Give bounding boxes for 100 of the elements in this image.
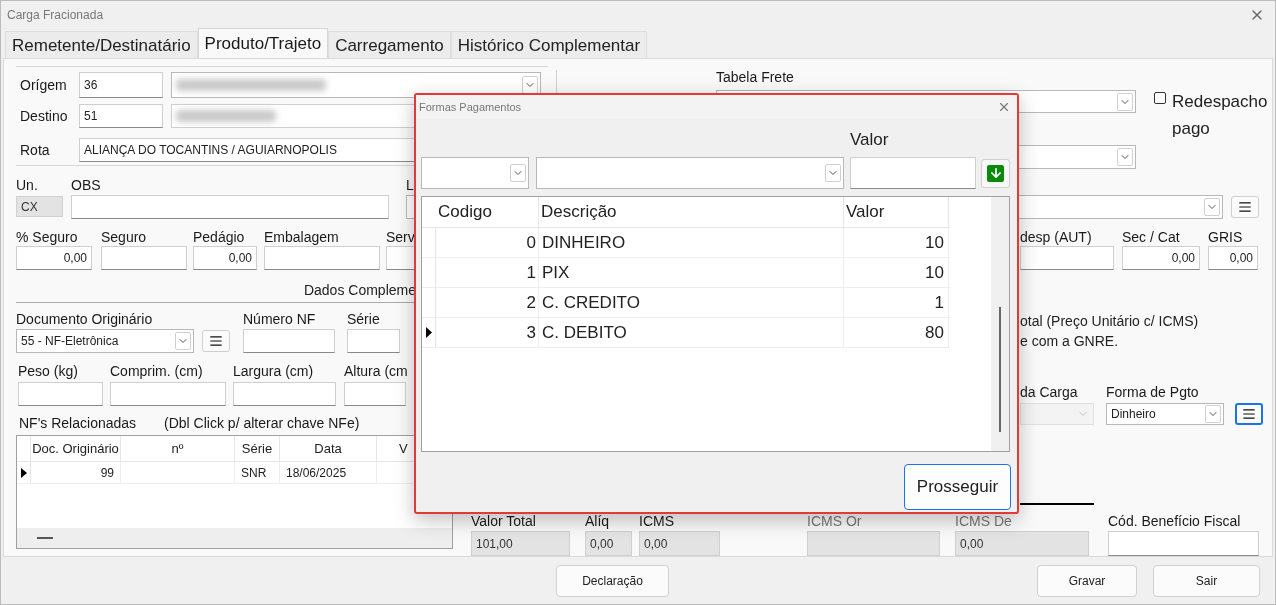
input-field[interactable] <box>101 246 187 271</box>
input-field[interactable] <box>344 382 406 407</box>
field-label: Tabela Frete <box>716 69 795 86</box>
field-label: Série <box>347 311 381 328</box>
dropdown[interactable] <box>536 157 844 189</box>
column-header[interactable]: Série <box>235 436 280 462</box>
column-header[interactable]: Valor <box>844 197 949 227</box>
field-label: Embalagem <box>264 229 340 246</box>
close-icon[interactable] <box>997 100 1011 114</box>
arrow-down-icon <box>987 164 1004 182</box>
tab[interactable]: Remetente/Destinatário <box>5 31 198 59</box>
dialog-title: Formas Pagamentos <box>419 99 522 115</box>
input-field[interactable] <box>1108 531 1259 557</box>
row-pointer-icon <box>425 327 432 338</box>
table-cell: 10 <box>844 258 949 287</box>
input-field[interactable] <box>71 195 389 220</box>
input-field[interactable]: 36 <box>79 72 163 99</box>
action-button[interactable]: Gravar <box>1037 564 1137 597</box>
table-cell: 99 <box>31 462 121 484</box>
input-field[interactable] <box>264 246 380 271</box>
scrollbar[interactable] <box>17 528 452 549</box>
action-button[interactable]: Sair <box>1153 564 1260 597</box>
field-label: ICMS <box>639 513 675 530</box>
input-field[interactable] <box>386 246 416 271</box>
window-title: Carga Fracionada <box>7 6 104 24</box>
input-field[interactable] <box>347 329 400 354</box>
field-label: desp (AUT) <box>1020 229 1093 246</box>
field-label: Cód. Benefício Fiscal <box>1108 513 1242 530</box>
field-label: OBS <box>71 177 102 194</box>
field-label: Alíq <box>585 513 611 530</box>
field-label: Documento Originário <box>16 311 154 328</box>
table-cell: C. DEBITO <box>539 318 844 347</box>
scrollbar[interactable] <box>991 197 1009 451</box>
table-cell: 1 <box>436 258 539 287</box>
hint-text: (Dbl Click p/ alterar chave NFe) <box>164 415 360 432</box>
table-cell: DINHEIRO <box>539 228 844 257</box>
table-cell: 1 <box>844 288 949 317</box>
list-button[interactable] <box>1235 403 1263 426</box>
dropdown[interactable] <box>171 72 541 99</box>
field-label: Valor <box>850 129 890 151</box>
input-field[interactable] <box>18 382 103 407</box>
field-label: Pedágio <box>193 229 246 246</box>
table-cell: 18/06/2025 <box>280 462 377 484</box>
input-field[interactable]: CX <box>16 196 63 218</box>
list-icon <box>1238 200 1252 215</box>
column-header[interactable]: Descrição <box>539 197 844 227</box>
column-header[interactable]: Doc. Originário <box>31 436 121 462</box>
tab[interactable]: Produto/Trajeto <box>197 28 329 59</box>
input-field[interactable] <box>1020 246 1114 271</box>
input-field[interactable]: 51 <box>79 104 163 129</box>
column-header[interactable]: Data <box>280 436 377 462</box>
tab[interactable]: Histórico Complementar <box>450 31 648 59</box>
list-icon <box>1242 407 1256 422</box>
table-cell: 3 <box>436 318 539 347</box>
field-label: da Carga <box>1020 384 1079 401</box>
field-label: Forma de Pgto <box>1106 384 1200 401</box>
checkbox-label: Redespacho pago <box>1172 91 1269 141</box>
column-header[interactable]: Codigo <box>436 197 539 227</box>
field-label: Destino <box>20 108 69 125</box>
field-label: ICMS De <box>955 513 1013 530</box>
table-cell: PIX <box>539 258 844 287</box>
section-title: Dados Compleme <box>303 282 416 299</box>
field-label: NF's Relacionadas <box>19 415 137 432</box>
dropdown[interactable]: 55 - NF-Eletrônica <box>16 329 194 354</box>
input-field[interactable]: 0,00 <box>1122 246 1200 271</box>
action-button[interactable]: Declaração <box>556 564 669 597</box>
field-label: Número NF <box>243 311 317 328</box>
field-label: L <box>406 177 415 194</box>
note-text: e com a GNRE. <box>1020 332 1120 352</box>
field-label: Seguro <box>101 229 148 246</box>
field-label: Comprim. (cm) <box>110 363 204 380</box>
field-label: GRIS <box>1208 229 1244 246</box>
field-label: Orígem <box>20 77 68 94</box>
table-cell: SNR <box>235 462 280 484</box>
tab[interactable]: Carregamento <box>328 31 451 59</box>
note-text: otal (Preço Unitário c/ ICMS) <box>1020 312 1200 332</box>
proceed-button[interactable]: Prosseguir <box>904 464 1011 510</box>
input-field[interactable]: 0,00 <box>1208 246 1258 271</box>
field-label: Peso (kg) <box>18 363 79 380</box>
column-header[interactable]: nº <box>121 436 235 462</box>
field-label: Serv <box>386 229 416 246</box>
dropdown[interactable]: Dinheiro <box>1106 403 1224 426</box>
input-field[interactable]: 0,00 <box>16 246 92 271</box>
table-cell: 10 <box>844 228 949 257</box>
input-field[interactable] <box>233 382 336 407</box>
add-button[interactable] <box>981 158 1010 188</box>
dropdown[interactable] <box>421 157 529 189</box>
input-field[interactable] <box>850 157 976 189</box>
field-label: Rota <box>20 142 51 159</box>
table-cell: 0 <box>436 228 539 257</box>
field-label: Un. <box>16 177 39 194</box>
field-label: Sec / Cat <box>1122 229 1181 246</box>
checkbox[interactable] <box>1154 92 1166 105</box>
input-field[interactable] <box>243 329 335 354</box>
input-field[interactable]: 0,00 <box>193 246 257 271</box>
field-label: Valor Total <box>471 513 537 530</box>
input-field[interactable] <box>110 382 226 407</box>
field-label: ICMS Or <box>807 513 863 530</box>
table-cell: 2 <box>436 288 539 317</box>
list-icon <box>209 334 223 349</box>
